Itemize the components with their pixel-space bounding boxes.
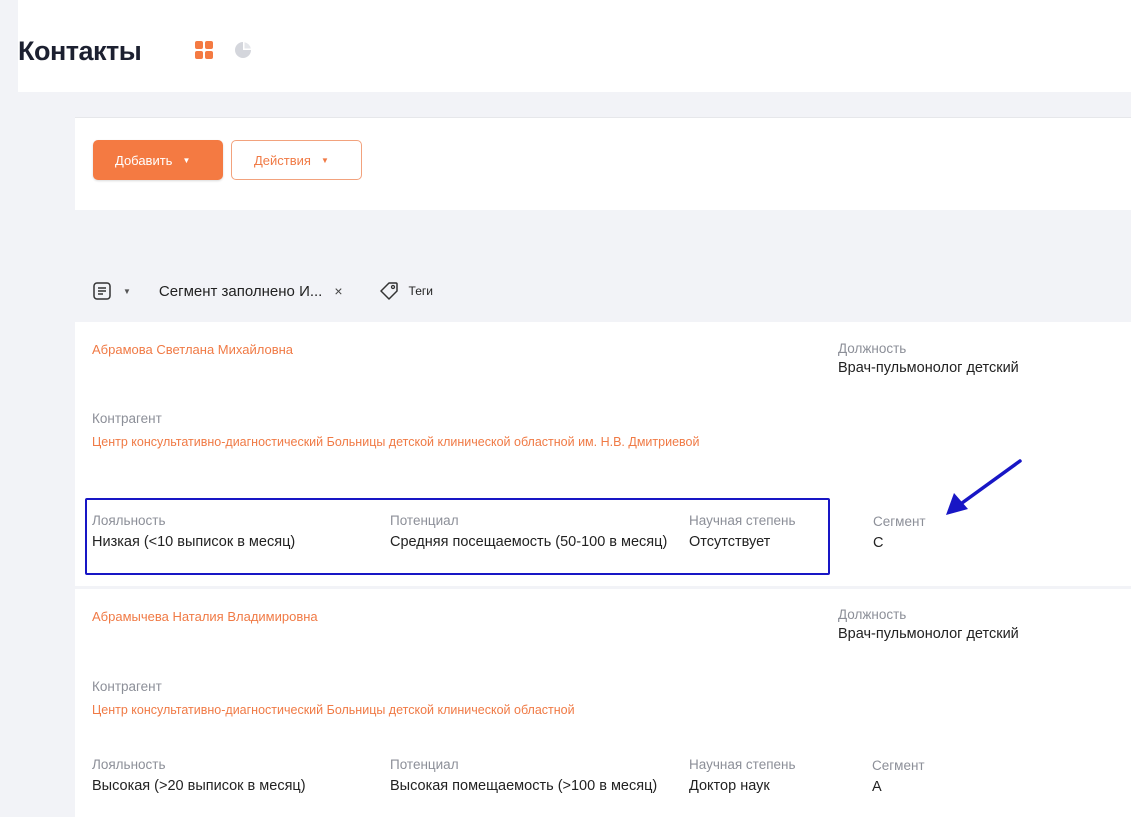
segment-value: A: [872, 779, 882, 795]
position-value: Врач-пульмонолог детский: [838, 360, 1019, 376]
arrow-annotation-icon: [946, 459, 1022, 515]
segment-label: Сегмент: [872, 758, 925, 773]
loyalty-label: Лояльность: [92, 513, 166, 528]
contact-name-link[interactable]: Абрамова Светлана Михайловна: [92, 342, 293, 357]
contact-card: Абрамычева Наталия Владимировна Должност…: [75, 589, 1131, 817]
position-label: Должность: [838, 607, 907, 622]
contact-name-link[interactable]: Абрамычева Наталия Владимировна: [92, 609, 318, 624]
counterparty-label: Контрагент: [92, 411, 162, 426]
filter-bar: ▼ Сегмент заполнено И... × Теги: [93, 279, 433, 303]
actions-button-label: Действия: [254, 152, 311, 168]
toolbar-card: Добавить ▼ Действия ▼: [75, 117, 1131, 210]
potential-label: Потенциал: [390, 513, 459, 528]
segment-filter-chip[interactable]: Сегмент заполнено И...: [159, 283, 322, 300]
grid-view-icon[interactable]: [195, 41, 213, 59]
loyalty-label: Лояльность: [92, 757, 166, 772]
degree-value: Доктор наук: [689, 778, 770, 794]
pie-chart-icon[interactable]: [235, 42, 251, 58]
contact-card: Абрамова Светлана Михайловна Должность В…: [75, 322, 1131, 586]
page-title: Контакты: [18, 36, 142, 66]
potential-label: Потенциал: [390, 757, 459, 772]
degree-label: Научная степень: [689, 757, 796, 772]
counterparty-link[interactable]: Центр консультативно-диагностический Бол…: [92, 701, 812, 720]
add-button-label: Добавить: [115, 152, 173, 168]
list-view-icon[interactable]: [93, 282, 111, 300]
segment-label: Сегмент: [873, 514, 926, 529]
segment-value: C: [873, 535, 884, 551]
potential-value: Высокая помещаемость (>100 в месяц): [390, 778, 658, 794]
chevron-down-icon: ▼: [182, 155, 191, 165]
degree-value: Отсутствует: [689, 534, 771, 550]
degree-label: Научная степень: [689, 513, 796, 528]
page-header: [18, 0, 1131, 92]
tags-button[interactable]: Теги: [409, 284, 433, 298]
actions-button[interactable]: Действия ▼: [231, 140, 362, 180]
position-value: Врач-пульмонолог детский: [838, 626, 1019, 642]
position-label: Должность: [838, 341, 907, 356]
loyalty-value: Низкая (<10 выписок в месяц): [92, 534, 296, 550]
add-button[interactable]: Добавить ▼: [93, 140, 223, 180]
tag-icon[interactable]: [379, 281, 399, 301]
counterparty-link[interactable]: Центр консультативно-диагностический Бол…: [92, 433, 812, 452]
chevron-down-icon[interactable]: ▼: [123, 287, 131, 296]
close-icon[interactable]: ×: [334, 283, 342, 299]
counterparty-label: Контрагент: [92, 679, 162, 694]
potential-value: Средняя посещаемость (50-100 в месяц): [390, 534, 668, 550]
loyalty-value: Высокая (>20 выписок в месяц): [92, 778, 306, 794]
chevron-down-icon: ▼: [320, 155, 329, 165]
